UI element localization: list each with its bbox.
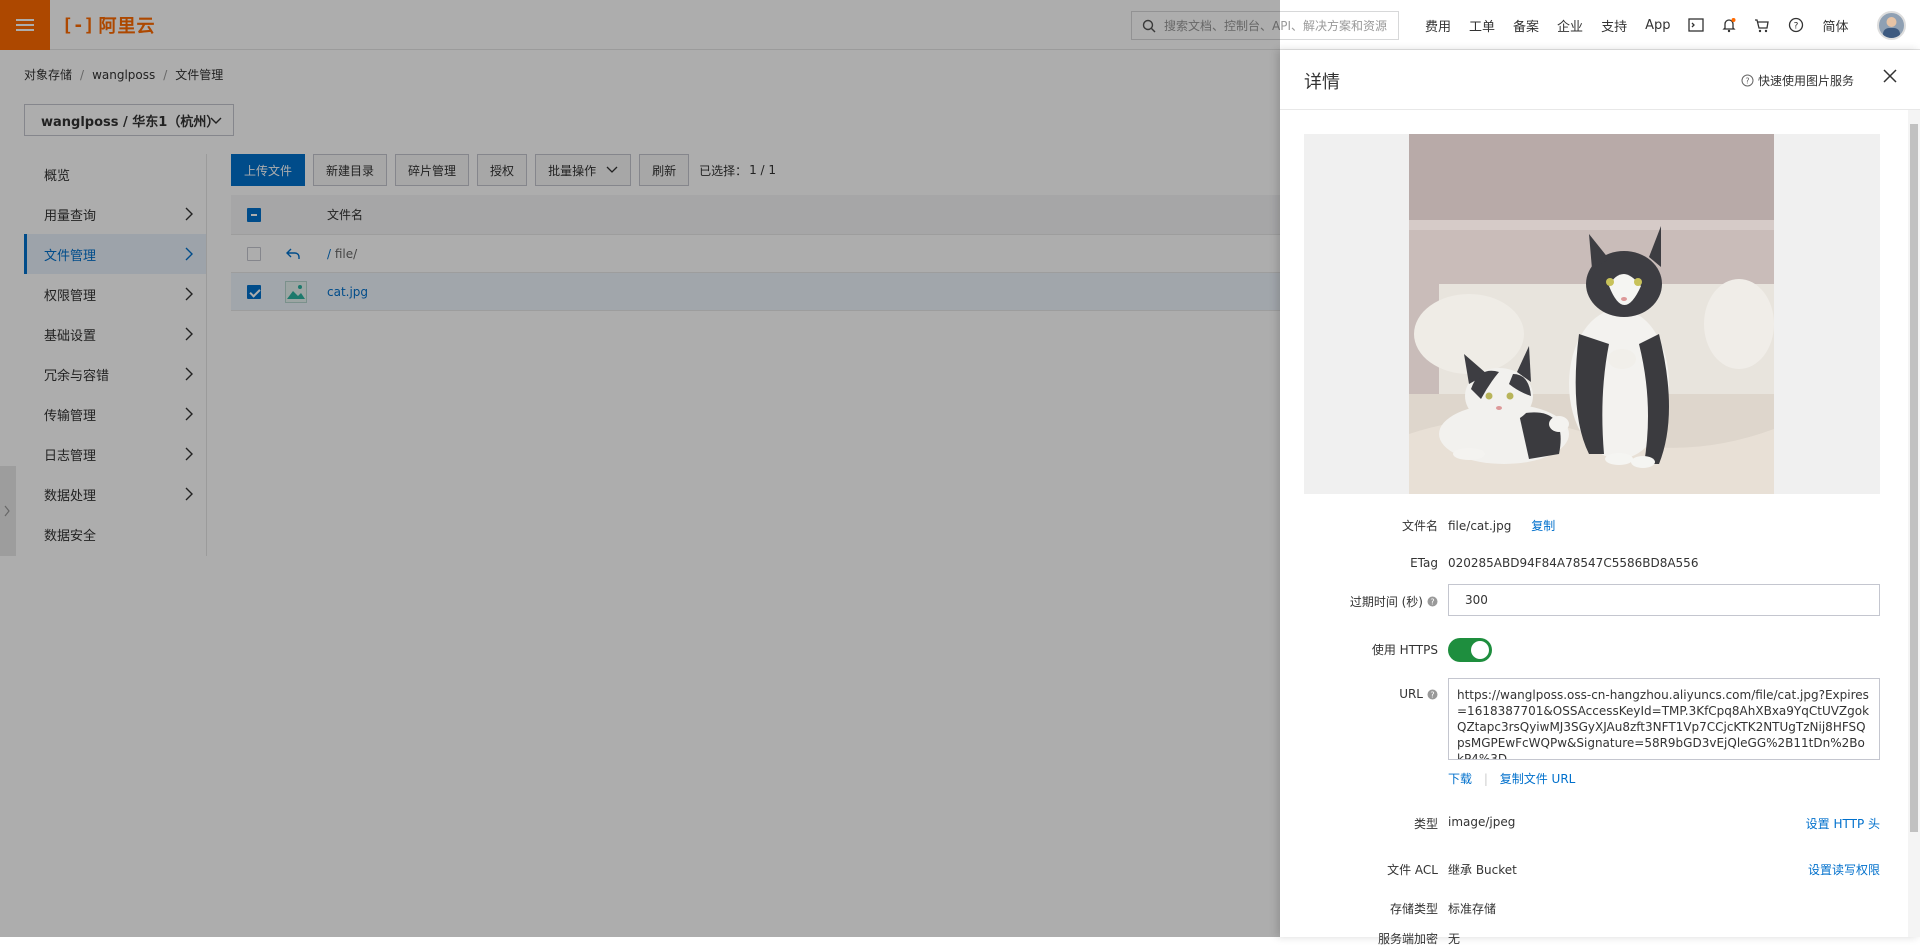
bell-icon[interactable] <box>1722 17 1737 33</box>
modal-backdrop[interactable] <box>0 0 1280 937</box>
label-acl: 文件 ACL <box>1387 863 1438 877</box>
top-nav: 费用 工单 备案 企业 支持 App ? 简体 <box>1425 0 1867 50</box>
help-icon: ? <box>1741 74 1754 87</box>
topnav-icp[interactable]: 备案 <box>1513 16 1539 35</box>
url-actions: 下载 | 复制文件 URL <box>1448 770 1575 787</box>
value-encryption: 无 <box>1448 932 1461 946</box>
label-etag: ETag <box>1410 556 1438 570</box>
topnav-enterprise[interactable]: 企业 <box>1557 16 1583 35</box>
label-file-name: 文件名 <box>1401 519 1438 533</box>
drawer-scrollbar[interactable] <box>1908 110 1920 937</box>
svg-text:?: ? <box>1430 690 1434 699</box>
help-icon[interactable]: ? <box>1427 596 1438 607</box>
scrollbar-thumb[interactable] <box>1910 124 1918 832</box>
download-link[interactable]: 下载 <box>1448 772 1472 786</box>
topnav-billing[interactable]: 费用 <box>1425 16 1451 35</box>
label-expire-text: 过期时间 (秒) <box>1349 595 1423 609</box>
set-http-header-link[interactable]: 设置 HTTP 头 <box>1806 815 1880 832</box>
value-type: image/jpeg <box>1448 815 1516 829</box>
help-icon[interactable]: ? <box>1427 689 1438 700</box>
user-avatar[interactable] <box>1877 11 1906 40</box>
label-url: URL ? <box>1399 687 1438 701</box>
toggle-knob <box>1471 641 1489 659</box>
svg-text:?: ? <box>1745 77 1749 86</box>
https-toggle[interactable] <box>1448 638 1492 662</box>
svg-text:?: ? <box>1794 22 1799 32</box>
language-switch[interactable]: 简体 <box>1822 16 1848 35</box>
value-file-name: file/cat.jpg 复制 <box>1448 517 1555 534</box>
value-storage-class: 标准存储 <box>1448 902 1497 916</box>
copy-name-link[interactable]: 复制 <box>1531 519 1555 533</box>
expire-seconds-input[interactable]: 300 <box>1448 584 1880 616</box>
topnav-app[interactable]: App <box>1645 18 1670 33</box>
cart-icon[interactable] <box>1754 18 1770 33</box>
label-url-text: URL <box>1399 687 1423 701</box>
drawer-title: 详情 <box>1304 72 1340 93</box>
expire-seconds-value: 300 <box>1465 593 1488 607</box>
image-preview <box>1304 134 1880 494</box>
detail-drawer: 详情 ? 快速使用图片服务 文件名 file/cat.jpg 复制 ETag 0… <box>1280 50 1920 946</box>
divider: | <box>1483 772 1488 786</box>
quick-image-service-link[interactable]: ? 快速使用图片服务 <box>1741 72 1854 89</box>
label-type: 类型 <box>1413 817 1438 831</box>
signed-url-textarea[interactable]: https://wanglposs.oss-cn-hangzhou.aliyun… <box>1448 678 1880 760</box>
topnav-tickets[interactable]: 工单 <box>1469 16 1495 35</box>
quick-link-label: 快速使用图片服务 <box>1757 74 1854 88</box>
label-expire: 过期时间 (秒) ? <box>1350 593 1438 610</box>
drawer-header: 详情 ? 快速使用图片服务 <box>1280 50 1920 110</box>
value-etag: 020285ABD94F84A78547C5586BD8A556 <box>1448 556 1699 570</box>
terminal-icon[interactable] <box>1688 18 1705 32</box>
label-https: 使用 HTTPS <box>1371 643 1438 657</box>
close-icon[interactable] <box>1882 68 1898 84</box>
topnav-support[interactable]: 支持 <box>1601 16 1627 35</box>
label-encryption: 服务端加密 <box>1377 932 1438 946</box>
file-path: file/cat.jpg <box>1448 519 1512 533</box>
svg-text:?: ? <box>1430 598 1434 607</box>
help-icon[interactable]: ? <box>1788 17 1804 33</box>
set-acl-link[interactable]: 设置读写权限 <box>1808 861 1880 878</box>
value-acl: 继承 Bucket <box>1448 863 1517 877</box>
cat-photo <box>1409 134 1774 494</box>
copy-url-link[interactable]: 复制文件 URL <box>1500 772 1576 786</box>
label-storage-class: 存储类型 <box>1389 902 1438 916</box>
